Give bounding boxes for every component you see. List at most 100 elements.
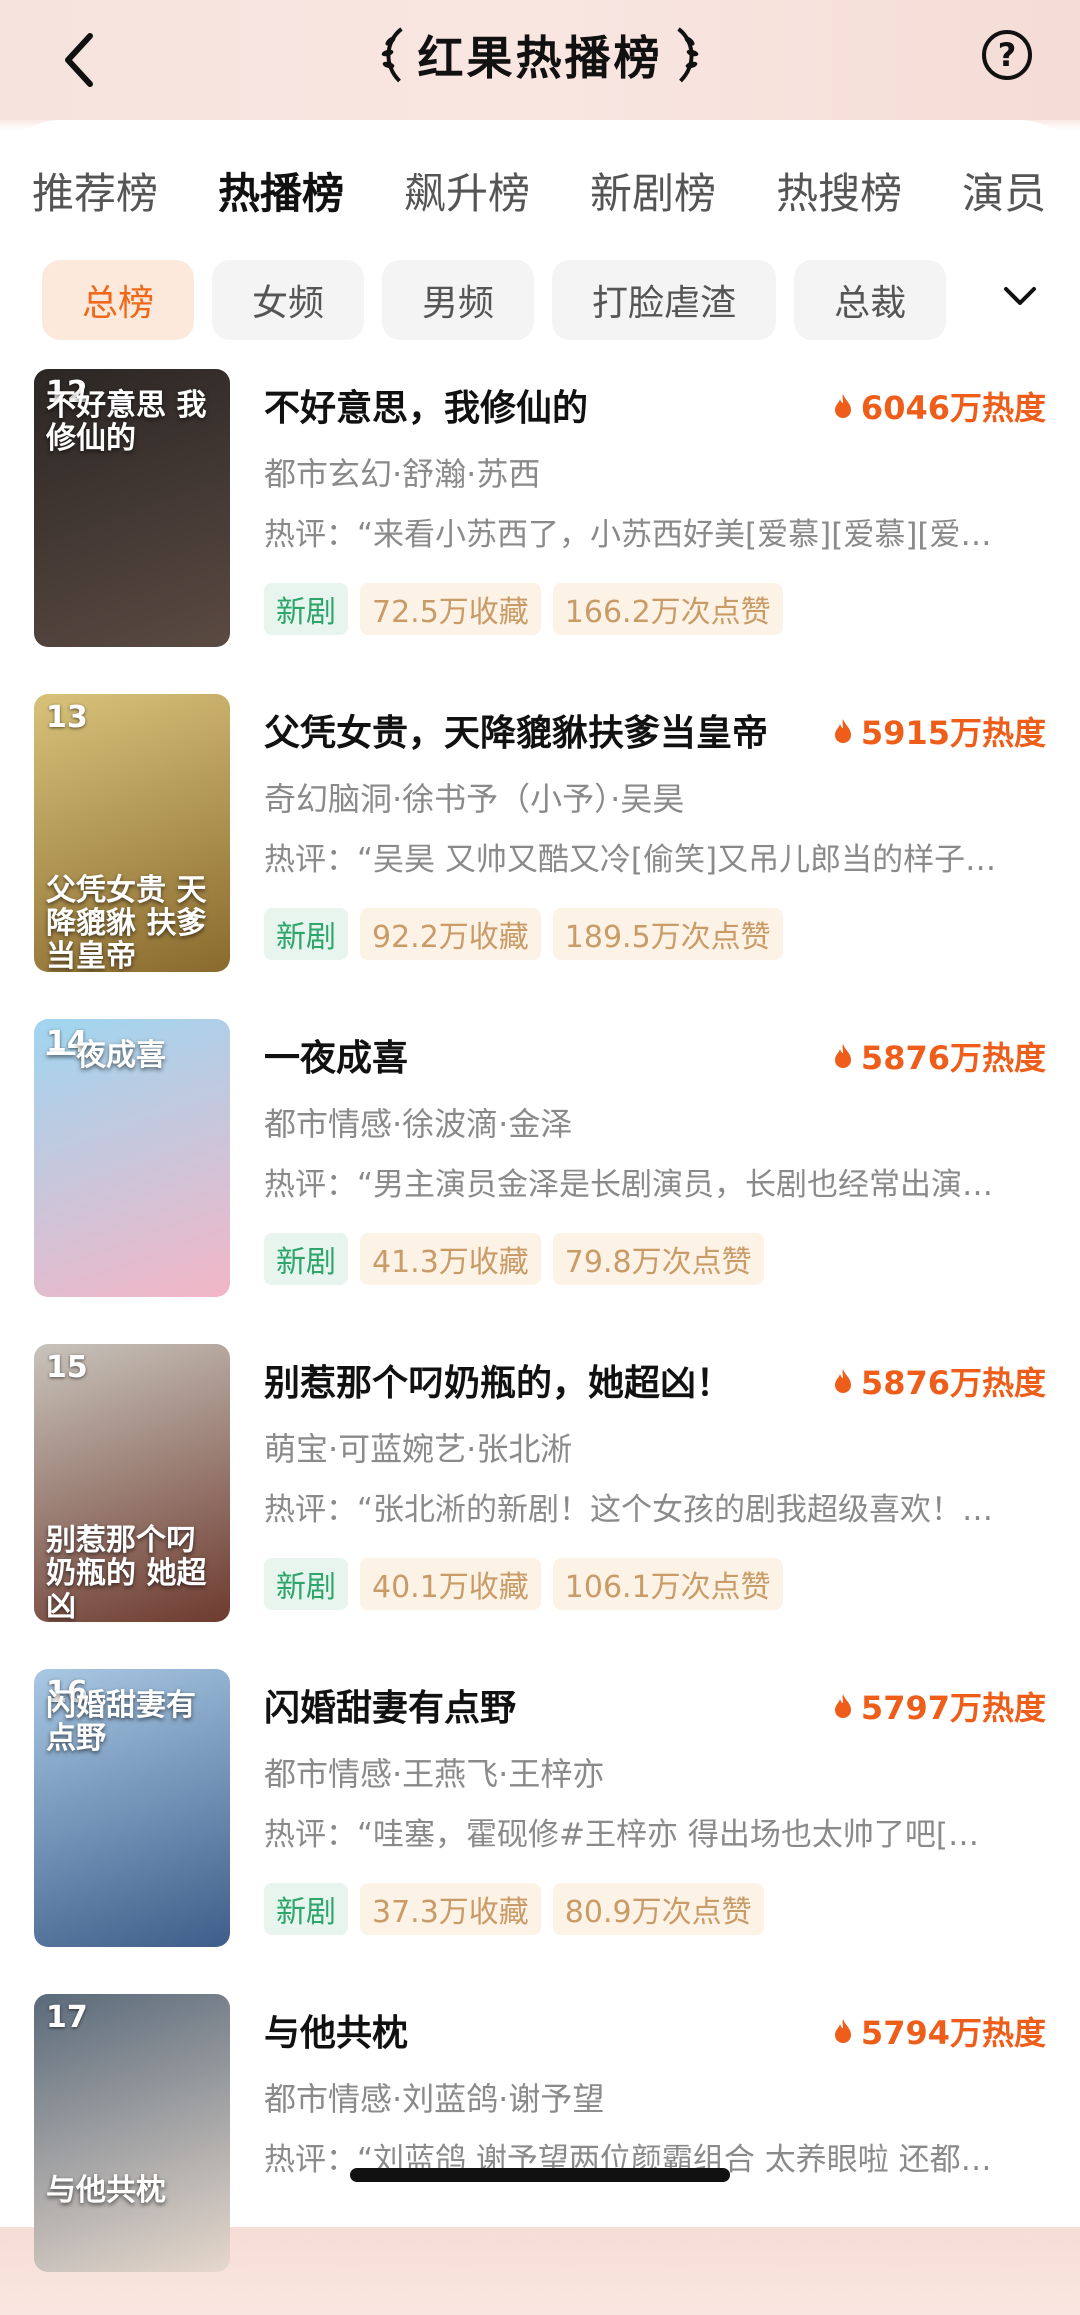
expand-categories-button[interactable] (996, 272, 1044, 320)
tab-hot-play[interactable]: 热播榜 (218, 160, 344, 221)
favorites-badge: 92.2万收藏 (360, 908, 541, 960)
heat-score: 5876万热度 (833, 1358, 1046, 1404)
likes-badge: 106.1万次点赞 (552, 1558, 783, 1610)
drama-meta: 奇幻脑洞·徐书予（小予）·吴昊 (264, 780, 685, 818)
likes-badge: 80.9万次点赞 (552, 1883, 764, 1935)
chip-overall[interactable]: 总榜 (42, 260, 195, 340)
drama-title[interactable]: 父凭女贵，天降貔貅扶爹当皇帝 (264, 704, 768, 756)
badge-row: 新剧 72.5万收藏 166.2万次点赞 (264, 583, 783, 635)
laurel-left-icon (381, 27, 403, 83)
heat-score: 6046万热度 (833, 383, 1046, 429)
new-drama-badge: 新剧 (264, 583, 348, 635)
tab-hot-search[interactable]: 热搜榜 (776, 160, 902, 221)
drama-title[interactable]: 与他共枕 (264, 2004, 408, 2056)
page-title-group: 红果热播榜 (378, 22, 703, 88)
new-drama-badge: 新剧 (264, 1233, 348, 1285)
hot-comment: 热评：“吴昊 又帅又酷又冷[偷笑]又吊儿郎当的样子… (264, 842, 997, 878)
chip-ceo[interactable]: 总裁 (794, 260, 947, 340)
flame-icon (834, 719, 851, 743)
tab-recommend[interactable]: 推荐榜 (32, 160, 158, 221)
hot-comment: 热评：“张北淅的新剧！这个女孩的剧我超级喜欢！… (264, 1492, 994, 1528)
badge-row: 新剧 41.3万收藏 79.8万次点赞 (264, 1233, 764, 1285)
category-chips: 总榜 女频 男频 打脸虐渣 总裁 (42, 258, 1002, 342)
chip-male[interactable]: 男频 (382, 260, 535, 340)
badge-row: 新剧 40.1万收藏 106.1万次点赞 (264, 1558, 783, 1610)
heat-value: 5915万热度 (860, 714, 1046, 752)
poster-title-art: 不好意思 我修仙的 (46, 388, 207, 456)
heat-score: 5794万热度 (833, 2008, 1046, 2054)
drama-title[interactable]: 闪婚甜妻有点野 (264, 1679, 516, 1731)
poster-image[interactable]: 14 一夜成喜 (34, 1019, 230, 1297)
page-title: 红果热播榜 (417, 31, 663, 85)
rank-number: 15 (46, 1350, 88, 1385)
poster-image[interactable]: 12 不好意思 我修仙的 (34, 369, 230, 647)
poster-title-art: 别惹那个叼奶瓶的 她超凶 (46, 1523, 207, 1622)
new-drama-badge: 新剧 (264, 1558, 348, 1610)
flame-icon (834, 1044, 851, 1068)
header-bar: 红果热播榜 ? (0, 0, 1080, 120)
drama-meta: 都市玄幻·舒瀚·苏西 (264, 455, 541, 493)
tab-actors[interactable]: 演员 (962, 160, 1046, 221)
list-item[interactable]: 17 与他共枕 与他共枕 5794万热度 都市情感·刘蓝鸽·谢予望 热评：“刘蓝… (0, 1990, 1080, 2315)
hot-comment: 热评：“男主演员金泽是长剧演员，长剧也经常出演… (264, 1167, 994, 1203)
flame-icon (834, 1369, 851, 1393)
chevron-down-icon (1004, 287, 1036, 305)
drama-meta: 都市情感·徐波滴·金泽 (264, 1105, 573, 1143)
favorites-badge: 72.5万收藏 (360, 583, 541, 635)
heat-score: 5876万热度 (833, 1033, 1046, 1079)
likes-badge: 166.2万次点赞 (552, 583, 783, 635)
tab-new-drama[interactable]: 新剧榜 (590, 160, 716, 221)
new-drama-badge: 新剧 (264, 1883, 348, 1935)
hot-comment: 热评：“哇塞，霍砚修#王梓亦 得出场也太帅了吧[… (264, 1817, 979, 1853)
favorites-badge: 41.3万收藏 (360, 1233, 541, 1285)
poster-image[interactable]: 17 与他共枕 (34, 1994, 230, 2272)
drama-title[interactable]: 一夜成喜 (264, 1029, 408, 1081)
poster-image[interactable]: 13 父凭女贵 天降貔貅 扶爹当皇帝 (34, 694, 230, 972)
list-item[interactable]: 16 闪婚甜妻有点野 闪婚甜妻有点野 5797万热度 都市情感·王燕飞·王梓亦 … (0, 1665, 1080, 1990)
likes-badge: 189.5万次点赞 (552, 908, 783, 960)
drama-title[interactable]: 别惹那个叼奶瓶的，她超凶！ (264, 1354, 732, 1406)
likes-badge: 79.8万次点赞 (552, 1233, 764, 1285)
chip-face-slap[interactable]: 打脸虐渣 (552, 260, 777, 340)
back-button[interactable] (48, 20, 108, 100)
favorites-badge: 40.1万收藏 (360, 1558, 541, 1610)
drama-title[interactable]: 不好意思，我修仙的 (264, 379, 588, 431)
heat-score: 5915万热度 (833, 708, 1046, 754)
poster-title-art: 与他共枕 (46, 2173, 166, 2208)
heat-value: 5794万热度 (860, 2014, 1046, 2052)
poster-image[interactable]: 15 别惹那个叼奶瓶的 她超凶 (34, 1344, 230, 1622)
chip-female[interactable]: 女频 (212, 260, 365, 340)
flame-icon (834, 394, 851, 418)
rank-number: 17 (46, 2000, 88, 2035)
ranking-list: 12 不好意思 我修仙的 不好意思，我修仙的 6046万热度 都市玄幻·舒瀚·苏… (0, 365, 1080, 2315)
poster-image[interactable]: 16 闪婚甜妻有点野 (34, 1669, 230, 1947)
heat-value: 5797万热度 (860, 1689, 1046, 1727)
help-button[interactable]: ? (982, 30, 1032, 80)
list-item[interactable]: 13 父凭女贵 天降貔貅 扶爹当皇帝 父凭女贵，天降貔貅扶爹当皇帝 5915万热… (0, 690, 1080, 1015)
ranking-tabs: 推荐榜 热播榜 飙升榜 新剧榜 热搜榜 演员 (32, 150, 1080, 230)
list-item[interactable]: 12 不好意思 我修仙的 不好意思，我修仙的 6046万热度 都市玄幻·舒瀚·苏… (0, 365, 1080, 690)
heat-value: 6046万热度 (860, 389, 1046, 427)
list-item[interactable]: 14 一夜成喜 一夜成喜 5876万热度 都市情感·徐波滴·金泽 热评：“男主演… (0, 1015, 1080, 1340)
drama-meta: 都市情感·刘蓝鸽·谢予望 (264, 2080, 605, 2118)
poster-title-art: 父凭女贵 天降貔貅 扶爹当皇帝 (46, 873, 207, 972)
favorites-badge: 37.3万收藏 (360, 1883, 541, 1935)
home-indicator[interactable] (350, 2168, 730, 2182)
list-item[interactable]: 15 别惹那个叼奶瓶的 她超凶 别惹那个叼奶瓶的，她超凶！ 5876万热度 萌宝… (0, 1340, 1080, 1665)
tab-rising[interactable]: 飙升榜 (404, 160, 530, 221)
drama-meta: 都市情感·王燕飞·王梓亦 (264, 1755, 605, 1793)
heat-value: 5876万热度 (860, 1039, 1046, 1077)
chevron-left-icon (65, 33, 93, 87)
flame-icon (834, 2019, 851, 2043)
badge-row: 新剧 92.2万收藏 189.5万次点赞 (264, 908, 783, 960)
rank-number: 13 (46, 700, 88, 735)
new-drama-badge: 新剧 (264, 908, 348, 960)
poster-title-art: 一夜成喜 (46, 1038, 166, 1073)
heat-score: 5797万热度 (833, 1683, 1046, 1729)
heat-value: 5876万热度 (860, 1364, 1046, 1402)
laurel-right-icon (677, 27, 699, 83)
badge-row: 新剧 37.3万收藏 80.9万次点赞 (264, 1883, 764, 1935)
hot-comment: 热评：“来看小苏西了，小苏西好美[爱慕][爱慕][爱… (264, 517, 992, 553)
poster-title-art: 闪婚甜妻有点野 (46, 1688, 196, 1756)
flame-icon (834, 1694, 851, 1718)
